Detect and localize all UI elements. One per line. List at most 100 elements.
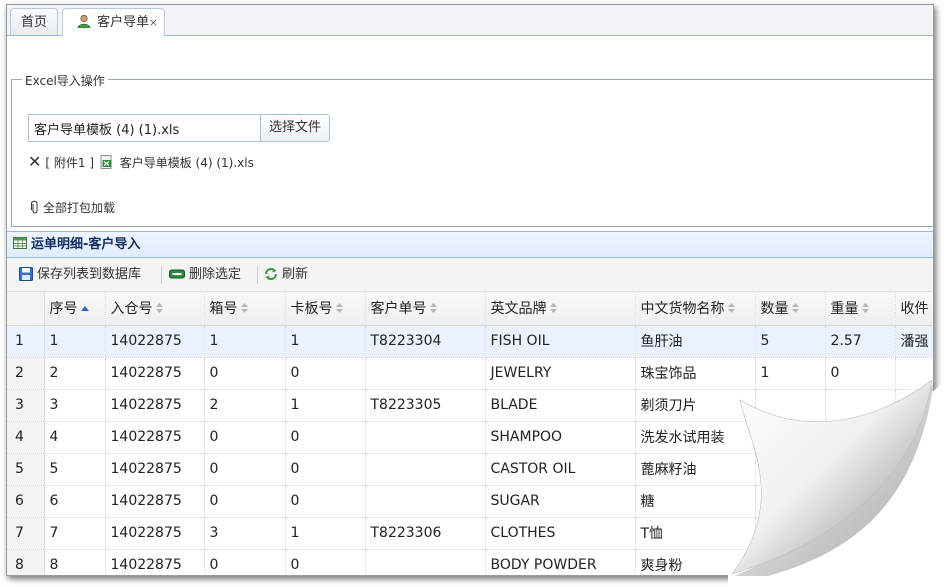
table-cell[interactable]: 糖 [635,485,756,518]
refresh-button[interactable]: 刷新 [264,266,308,284]
table-cell[interactable] [895,453,933,486]
table-cell[interactable]: SHAMPOO [485,421,636,454]
close-icon[interactable]: × [149,9,158,36]
table-cell[interactable] [825,453,896,486]
table-cell[interactable] [755,485,826,518]
table-cell[interactable] [895,549,933,575]
table-cell[interactable]: 0 [285,357,366,390]
column-header[interactable]: 数量 [755,292,826,326]
pack-all-link[interactable]: 全部打包加载 [30,199,115,216]
table-cell[interactable] [895,485,933,518]
table-row[interactable]: 1 1 14022875 1 1 T8223304 FISH OIL 鱼肝油 5 2.57 潘强 [7,325,933,358]
table-cell[interactable] [755,421,826,454]
table-cell[interactable]: 0 [285,421,366,454]
table-cell[interactable]: 1 [204,325,286,358]
column-header[interactable]: 客户单号 [365,292,486,326]
remove-attachment-icon[interactable]: ✕ [28,152,41,171]
attachment-link[interactable]: 客户导单模板 (4) (1).xls [120,156,254,170]
table-cell[interactable]: 8 [44,549,106,575]
table-cell[interactable]: 0 [285,549,366,575]
table-cell[interactable] [755,549,826,575]
table-cell[interactable]: 1 [755,357,826,390]
table-cell[interactable]: JEWELRY [485,357,636,390]
table-cell[interactable]: 6 [44,485,106,518]
choose-file-button[interactable]: 选择文件 [260,114,330,142]
table-cell[interactable]: 14022875 [105,389,205,422]
column-header[interactable]: 英文品牌 [485,292,636,326]
table-cell[interactable]: 14022875 [105,549,205,575]
table-cell[interactable]: T8223306 [365,517,486,550]
table-cell[interactable]: 1 [285,389,366,422]
table-cell[interactable]: 珠宝饰品 [635,357,756,390]
table-cell[interactable] [825,421,896,454]
table-cell[interactable]: FISH OIL [485,325,636,358]
table-row[interactable]: 7 7 14022875 3 1 T8223306 CLOTHES T恤 [7,517,933,550]
table-cell[interactable]: 爽身粉 [635,549,756,575]
table-cell[interactable] [825,549,896,575]
table-cell[interactable]: 剃须刀片 [635,389,756,422]
table-cell[interactable]: CLOTHES [485,517,636,550]
table-cell[interactable]: 1 [44,325,106,358]
table-cell[interactable]: 2 [44,357,106,390]
table-cell[interactable] [825,389,896,422]
table-row[interactable]: 5 5 14022875 0 0 CASTOR OIL 蓖麻籽油 [7,453,933,486]
table-cell[interactable] [895,517,933,550]
table-cell[interactable]: 0 [204,549,286,575]
column-header[interactable]: 入仓号 [105,292,205,326]
table-row[interactable]: 8 8 14022875 0 0 BODY POWDER 爽身粉 [7,549,933,575]
table-cell[interactable]: 0 [204,453,286,486]
column-header[interactable]: 箱号 [204,292,286,326]
table-cell[interactable]: 0 [285,485,366,518]
table-cell[interactable]: 0 [204,485,286,518]
table-cell[interactable]: 洗发水试用装 [635,421,756,454]
table-cell[interactable]: 5 [44,453,106,486]
table-cell[interactable]: 14022875 [105,485,205,518]
table-cell[interactable] [825,485,896,518]
table-cell[interactable]: 3 [44,389,106,422]
table-cell[interactable]: 潘强 [895,325,933,358]
table-cell[interactable] [895,389,933,422]
table-cell[interactable]: 0 [204,421,286,454]
table-cell[interactable] [895,421,933,454]
table-cell[interactable]: T8223304 [365,325,486,358]
table-cell[interactable]: BLADE [485,389,636,422]
table-cell[interactable]: 14022875 [105,517,205,550]
table-cell[interactable] [365,549,486,575]
column-header[interactable]: 收件 [895,292,933,326]
table-cell[interactable] [755,389,826,422]
table-cell[interactable] [825,517,896,550]
column-header[interactable]: 重量 [825,292,896,326]
table-cell[interactable] [755,453,826,486]
table-cell[interactable]: 0 [825,357,896,390]
table-cell[interactable]: CASTOR OIL [485,453,636,486]
table-cell[interactable]: 4 [44,421,106,454]
file-path-input[interactable] [28,114,260,142]
table-cell[interactable]: 0 [204,357,286,390]
table-cell[interactable] [895,357,933,390]
table-cell[interactable]: 2.57 [825,325,896,358]
table-cell[interactable]: 14022875 [105,453,205,486]
table-cell[interactable]: T8223305 [365,389,486,422]
column-header[interactable]: 卡板号 [285,292,366,326]
table-cell[interactable]: T恤 [635,517,756,550]
table-row[interactable]: 3 3 14022875 2 1 T8223305 BLADE 剃须刀片 [7,389,933,422]
column-header[interactable]: 序号 [44,292,106,326]
delete-selected-button[interactable]: 删除选定 [169,266,241,284]
table-cell[interactable] [755,517,826,550]
table-cell[interactable] [365,485,486,518]
table-cell[interactable] [365,421,486,454]
column-header[interactable]: 中文货物名称 [635,292,756,326]
table-cell[interactable]: 14022875 [105,357,205,390]
table-cell[interactable]: 3 [204,517,286,550]
table-cell[interactable]: 2 [204,389,286,422]
table-row[interactable]: 4 4 14022875 0 0 SHAMPOO 洗发水试用装 [7,421,933,454]
table-cell[interactable] [365,453,486,486]
tab-customer-order[interactable]: 客户导单 × [62,8,165,36]
table-cell[interactable]: BODY POWDER [485,549,636,575]
table-cell[interactable]: SUGAR [485,485,636,518]
table-cell[interactable]: 1 [285,325,366,358]
table-cell[interactable]: 14022875 [105,325,205,358]
table-cell[interactable]: 0 [285,453,366,486]
table-row[interactable]: 2 2 14022875 0 0 JEWELRY 珠宝饰品 1 0 [7,357,933,390]
table-cell[interactable]: 鱼肝油 [635,325,756,358]
